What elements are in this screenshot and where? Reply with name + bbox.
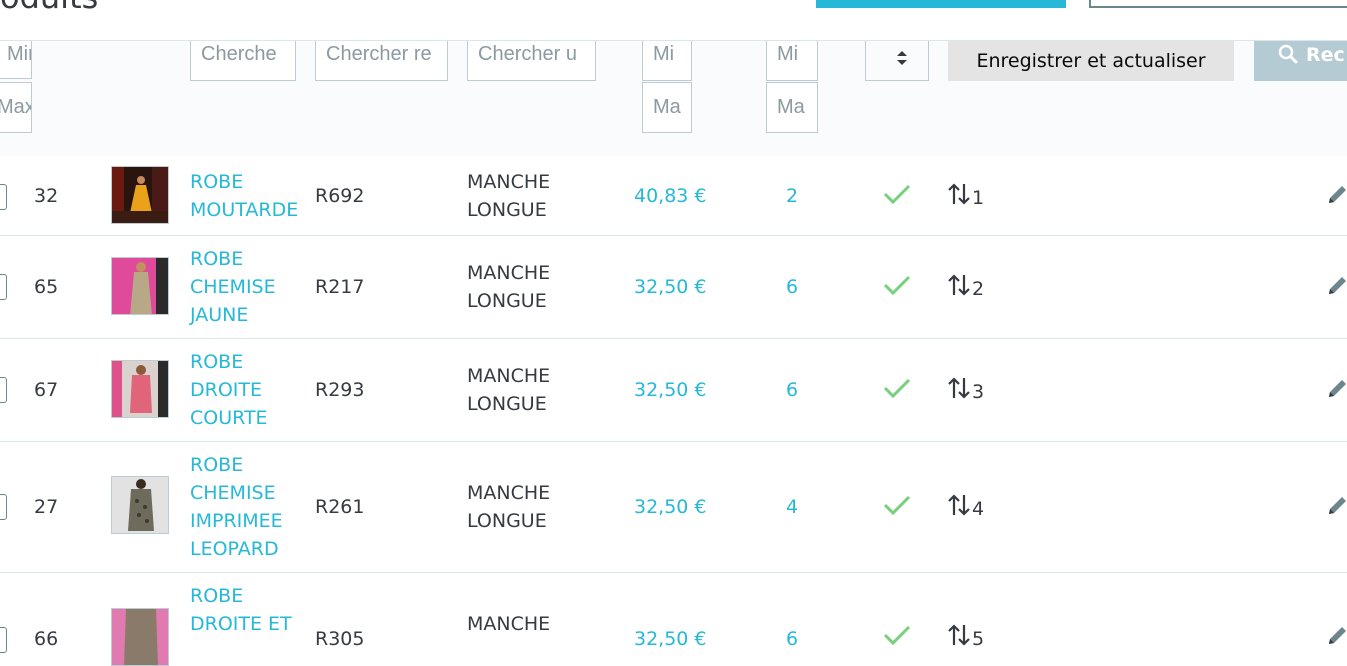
product-quantity[interactable]: 4 — [786, 493, 798, 521]
status-toggle[interactable] — [882, 182, 912, 214]
product-id: 27 — [34, 496, 59, 518]
position-number: 3 — [972, 381, 985, 403]
search-button[interactable]: Rec — [1254, 41, 1347, 81]
row-select-checkbox[interactable] — [0, 184, 7, 210]
product-quantity[interactable]: 6 — [786, 273, 798, 301]
product-thumbnail[interactable] — [111, 608, 169, 666]
product-thumbnail[interactable] — [111, 257, 169, 315]
pencil-icon — [1329, 380, 1346, 397]
category-filter-input[interactable]: Chercher u — [467, 41, 596, 81]
product-price[interactable]: 40,83 € — [634, 182, 707, 210]
pencil-icon — [1329, 277, 1346, 294]
position-number: 2 — [972, 278, 985, 300]
edit-button[interactable] — [1326, 273, 1347, 305]
save-and-refresh-button[interactable]: Enregistrer et actualiser — [948, 41, 1234, 81]
pencil-icon — [1329, 627, 1346, 644]
position-handle[interactable]: 4 — [948, 493, 984, 523]
product-quantity[interactable]: 6 — [786, 625, 798, 653]
table-row: 65 ROBE CHEMISE JAUNE R217 MANCHE LONGUE 32… — [0, 236, 1347, 339]
product-price[interactable]: 32,50 € — [634, 625, 707, 653]
sort-icon — [897, 51, 907, 65]
product-name-link[interactable]: ROBE DROITE ET — [190, 582, 305, 638]
arrows-up-down-icon — [948, 494, 970, 516]
product-id: 65 — [34, 276, 59, 298]
price-max-filter[interactable]: Ma — [642, 82, 692, 133]
product-thumbnail[interactable] — [111, 360, 169, 418]
position-number: 1 — [972, 187, 985, 209]
quantity-min-filter[interactable]: Mi — [766, 41, 818, 81]
product-thumbnail[interactable] — [111, 166, 169, 224]
product-thumbnail[interactable] — [111, 476, 169, 534]
quantity-max-filter[interactable]: Ma — [766, 82, 818, 133]
id-min-filter[interactable]: Min — [0, 41, 32, 79]
add-product-button[interactable] — [816, 0, 1066, 8]
check-icon — [883, 495, 911, 516]
product-reference: R305 — [315, 628, 365, 650]
product-id: 32 — [34, 185, 59, 207]
product-category: MANCHE LONGUE — [467, 482, 551, 532]
product-name-link[interactable]: ROBE CHEMISE IMPRIMEE LEOPARD — [190, 451, 305, 563]
product-name-link[interactable]: ROBE CHEMISE JAUNE — [190, 245, 305, 329]
table-row: 67 ROBE DROITE COURTE R293 MANCHE LONGUE 32… — [0, 339, 1347, 442]
position-handle[interactable]: 2 — [948, 273, 984, 303]
search-button-label: Rec — [1306, 44, 1345, 66]
row-select-checkbox[interactable] — [0, 494, 7, 520]
check-icon — [883, 378, 911, 399]
product-reference: R293 — [315, 379, 365, 401]
product-name-link[interactable]: ROBE MOUTARDE — [190, 168, 305, 224]
table-row: 27 ROBE CHEMISE IMPRIMEE LEOPARD R261 MANCH… — [0, 442, 1347, 573]
product-reference: R261 — [315, 496, 365, 518]
arrows-up-down-icon — [948, 183, 970, 205]
product-name-link[interactable]: ROBE DROITE COURTE — [190, 348, 305, 432]
arrows-up-down-icon — [948, 624, 970, 646]
edit-button[interactable] — [1326, 182, 1347, 214]
product-category: MANCHE — [467, 613, 551, 635]
position-handle[interactable]: 5 — [948, 623, 984, 653]
product-quantity[interactable]: 6 — [786, 376, 798, 404]
row-select-checkbox[interactable] — [0, 377, 7, 403]
position-number: 5 — [972, 628, 985, 650]
page-title: oduits — [0, 0, 98, 16]
product-id: 67 — [34, 379, 59, 401]
edit-button[interactable] — [1326, 493, 1347, 525]
position-handle[interactable]: 1 — [948, 182, 984, 212]
status-toggle[interactable] — [882, 376, 912, 408]
product-id: 66 — [34, 628, 59, 650]
product-price[interactable]: 32,50 € — [634, 376, 707, 404]
search-icon — [1278, 44, 1298, 64]
row-select-checkbox[interactable] — [0, 274, 7, 300]
product-price[interactable]: 32,50 € — [634, 493, 707, 521]
product-category: MANCHE LONGUE — [467, 171, 551, 221]
check-icon — [883, 275, 911, 296]
id-max-filter[interactable]: Max — [0, 82, 32, 133]
name-filter-input[interactable]: Cherche — [190, 41, 296, 81]
product-reference: R692 — [315, 185, 365, 207]
status-filter-select[interactable] — [865, 41, 929, 81]
arrows-up-down-icon — [948, 377, 970, 399]
secondary-action-button[interactable] — [1089, 0, 1347, 8]
status-toggle[interactable] — [882, 273, 912, 305]
position-number: 4 — [972, 498, 985, 520]
check-icon — [883, 184, 911, 205]
pencil-icon — [1329, 186, 1346, 203]
product-category: MANCHE LONGUE — [467, 262, 551, 312]
product-reference: R217 — [315, 276, 365, 298]
product-quantity[interactable]: 2 — [786, 182, 798, 210]
edit-button[interactable] — [1326, 623, 1347, 655]
check-icon — [883, 625, 911, 646]
reference-filter-input[interactable]: Chercher re — [315, 41, 448, 81]
pencil-icon — [1329, 497, 1346, 514]
arrows-up-down-icon — [948, 274, 970, 296]
status-toggle[interactable] — [882, 623, 912, 655]
row-select-checkbox[interactable] — [0, 627, 7, 653]
status-toggle[interactable] — [882, 493, 912, 525]
table-row: 66 ROBE DROITE ET R305 MANCHE 32,50 € 6 5 — [0, 573, 1347, 666]
product-price[interactable]: 32,50 € — [634, 273, 707, 301]
price-min-filter[interactable]: Mi — [642, 41, 692, 81]
position-handle[interactable]: 3 — [948, 376, 984, 406]
table-row: 32 ROBE MOUTARDE R692 MANCHE LONGUE 40,83 … — [0, 156, 1347, 236]
page-header: oduits — [0, 0, 1347, 41]
edit-button[interactable] — [1326, 376, 1347, 408]
product-category: MANCHE LONGUE — [467, 365, 551, 415]
